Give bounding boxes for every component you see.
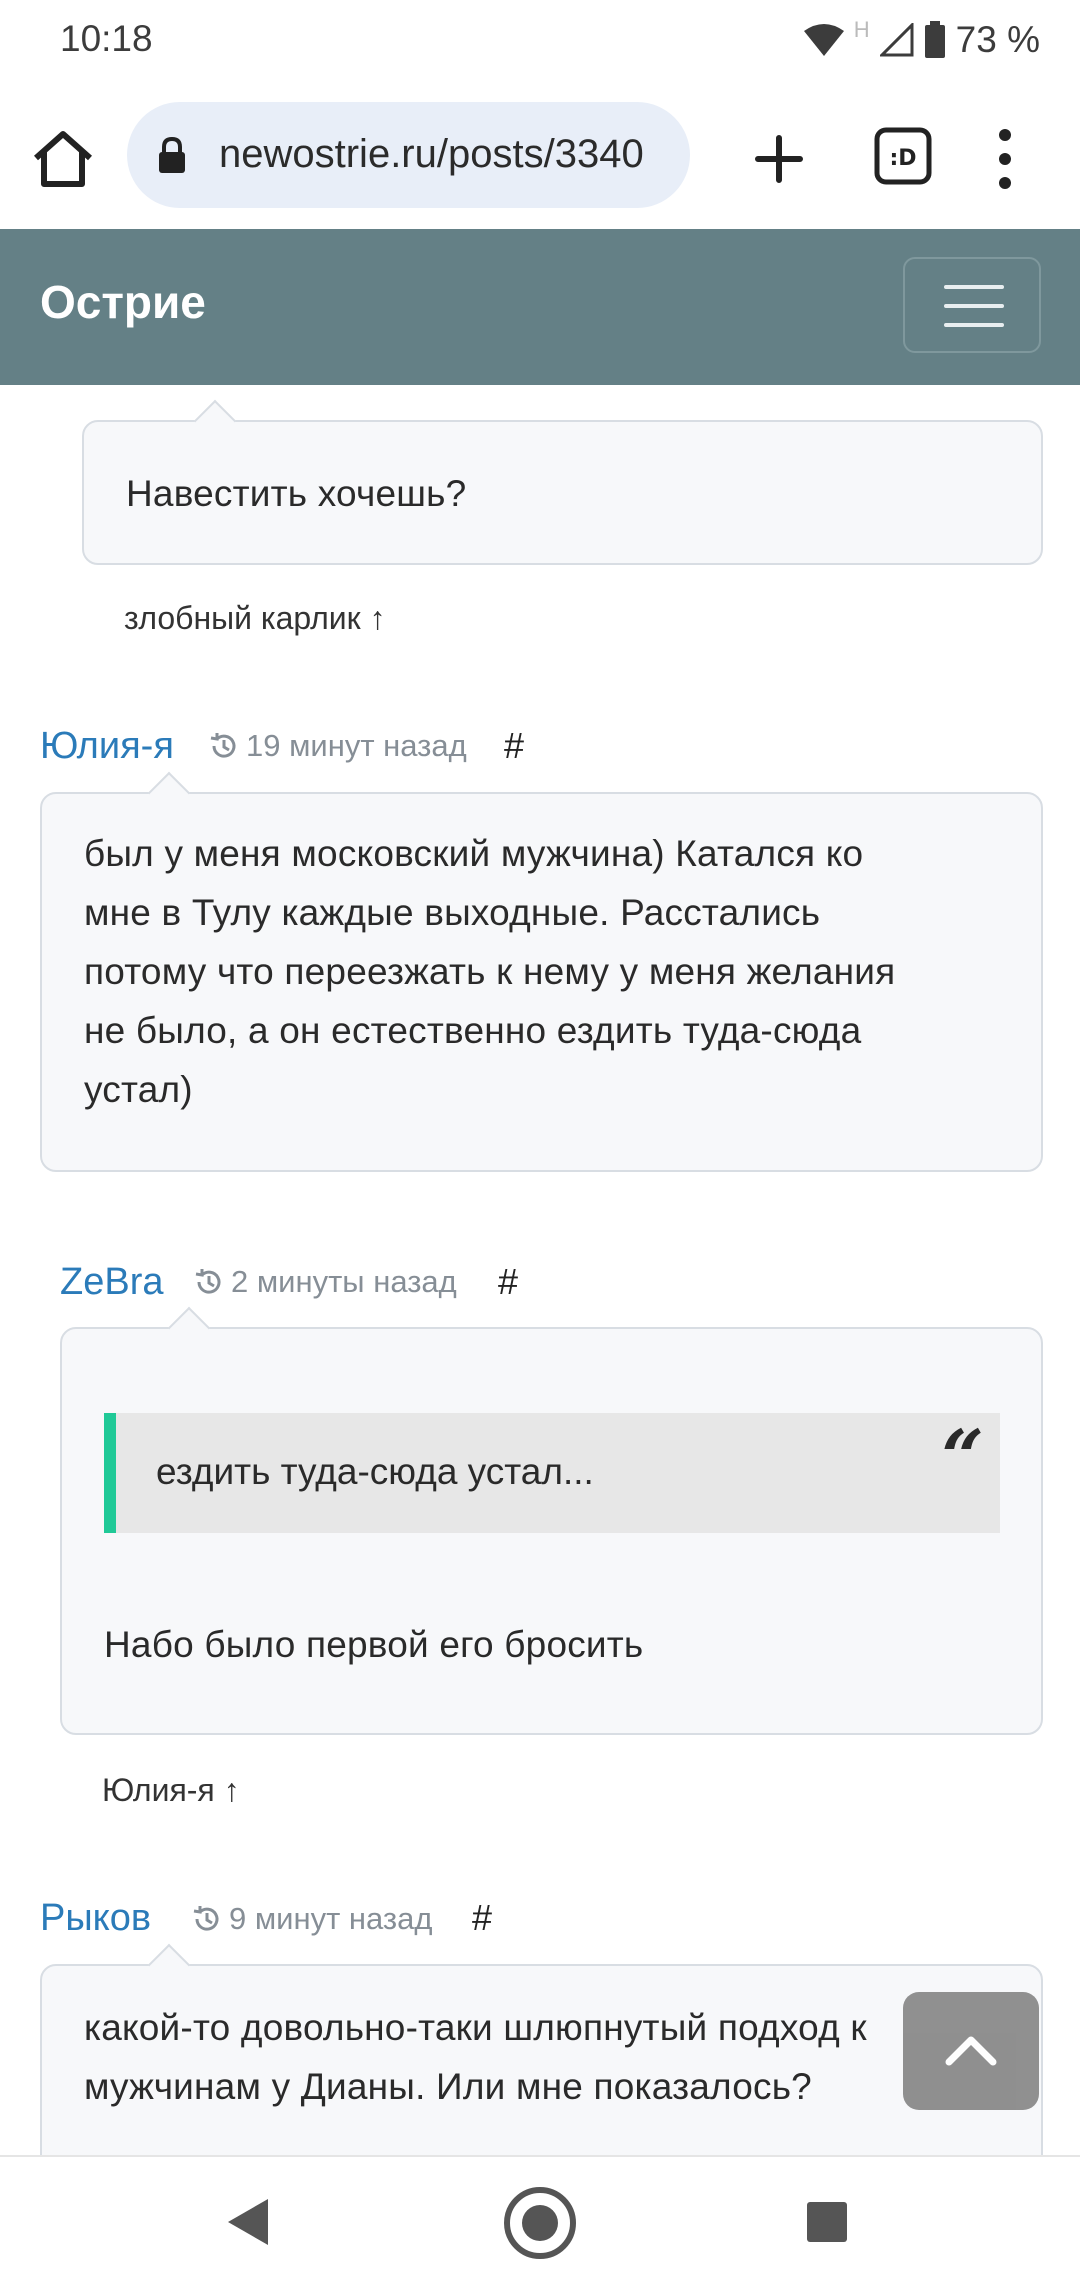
new-tab-icon[interactable] bbox=[746, 126, 812, 192]
signal-type-label: H bbox=[853, 17, 870, 42]
site-navbar: Острие bbox=[0, 229, 1080, 385]
quote-block: ездить туда-сюда устал... “ bbox=[104, 1413, 1000, 1533]
url-text: newostrie.ru/posts/3340 bbox=[219, 132, 644, 176]
wifi-icon bbox=[803, 24, 844, 56]
reply-to-link[interactable]: Юлия-я ↑ bbox=[102, 1772, 240, 1809]
scroll-to-top-button[interactable] bbox=[903, 1992, 1039, 2110]
home-icon[interactable] bbox=[30, 126, 96, 192]
history-icon bbox=[193, 1906, 219, 1931]
history-icon bbox=[195, 1269, 221, 1294]
comment-bubble: какой-то довольно-таки шлюпнутый подход … bbox=[40, 1943, 1043, 2155]
recents-icon[interactable] bbox=[806, 2201, 848, 2243]
quote-mark-icon: “ bbox=[941, 1415, 984, 1501]
hamburger-icon bbox=[944, 285, 1004, 289]
url-bar[interactable]: newostrie.ru/posts/3340 bbox=[127, 102, 690, 208]
chevron-up-icon bbox=[945, 2036, 997, 2066]
battery-icon bbox=[924, 21, 945, 58]
overflow-menu-icon[interactable] bbox=[990, 124, 1020, 194]
comment-author[interactable]: Юлия-я bbox=[40, 725, 174, 768]
back-icon[interactable] bbox=[226, 2197, 270, 2247]
svg-text::D: :D bbox=[889, 146, 916, 171]
battery-percent: 73 % bbox=[955, 19, 1040, 60]
status-bar: 10:18 H 73 % bbox=[0, 0, 1080, 84]
history-icon bbox=[210, 733, 236, 758]
tab-switcher-icon[interactable]: :D bbox=[873, 126, 933, 186]
comments-list: Навестить хочешь? злобный карлик ↑ Юлия-… bbox=[0, 385, 1080, 2155]
comment-author[interactable]: Рыков bbox=[40, 1897, 151, 1940]
reply-to-link[interactable]: злобный карлик ↑ bbox=[124, 600, 386, 637]
comment-text: был у меня московский мужчина) Катался к… bbox=[84, 833, 896, 1110]
comment-text: Набо было первой его бросить bbox=[104, 1624, 644, 1665]
comment-time: 9 минут назад bbox=[191, 1901, 432, 1937]
lock-icon bbox=[159, 136, 185, 173]
comment-time: 2 минуты назад bbox=[193, 1264, 457, 1300]
quote-text: ездить туда-сюда устал... bbox=[156, 1451, 594, 1492]
status-icons: H 73 % bbox=[803, 16, 1040, 64]
home-circle-icon[interactable] bbox=[502, 2185, 578, 2261]
comment-text: какой-то довольно-таки шлюпнутый подход … bbox=[84, 2007, 867, 2107]
comment-permalink[interactable]: # bbox=[498, 1261, 518, 1303]
site-brand[interactable]: Острие bbox=[40, 275, 206, 329]
cell-signal-icon bbox=[879, 23, 914, 57]
comment-bubble: был у меня московский мужчина) Катался к… bbox=[40, 771, 1043, 1172]
hamburger-menu-button[interactable] bbox=[903, 257, 1041, 353]
comment-bubble: ездить туда-сюда устал... “ Набо было пе… bbox=[60, 1306, 1043, 1735]
comment-time: 19 минут назад bbox=[208, 728, 467, 764]
comment-bubble: Навестить хочешь? bbox=[82, 399, 1043, 565]
browser-toolbar: newostrie.ru/posts/3340 :D bbox=[0, 84, 1080, 232]
system-navigation-bar bbox=[0, 2155, 1080, 2282]
comment-permalink[interactable]: # bbox=[504, 725, 524, 767]
comment-author[interactable]: ZeBra bbox=[60, 1261, 163, 1304]
status-time: 10:18 bbox=[60, 18, 153, 59]
comment-permalink[interactable]: # bbox=[472, 1897, 492, 1939]
comment-text: Навестить хочешь? bbox=[126, 473, 467, 514]
